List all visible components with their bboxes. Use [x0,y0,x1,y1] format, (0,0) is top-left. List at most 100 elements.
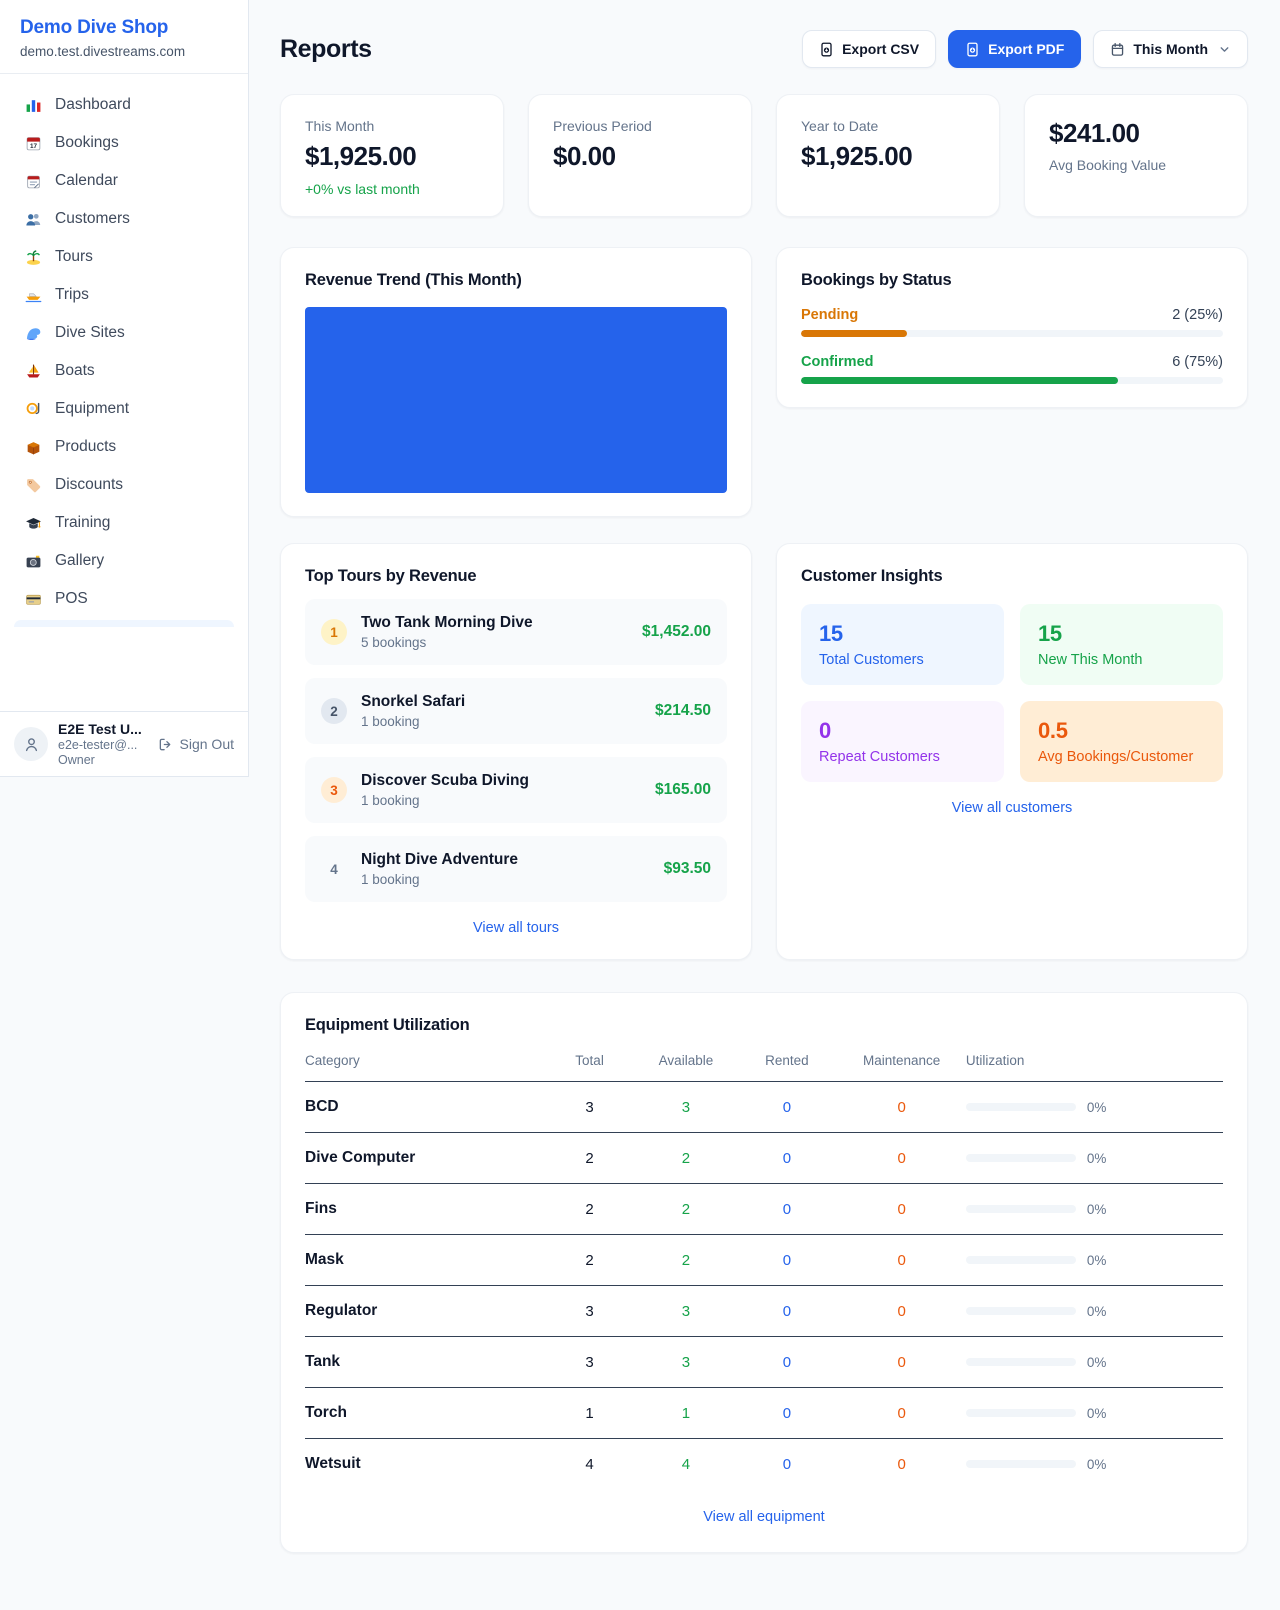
equipment-table: Category Total Available Rented Maintena… [305,1043,1223,1489]
sidebar-item[interactable]: Products [14,428,234,466]
col-maintenance: Maintenance [837,1043,966,1082]
sidebar-item[interactable]: POS [14,580,234,618]
dashboard-icon [25,97,42,114]
page-title: Reports [280,35,372,64]
sidebar-item-reports-partial[interactable] [14,620,234,627]
customer-insights-title: Customer Insights [801,567,1223,586]
top-tours-card: Top Tours by Revenue 1 Two Tank Morning … [280,543,752,960]
utilization-percent: 0% [1087,1253,1107,1268]
status-label: Confirmed [801,354,874,370]
sidebar-item[interactable]: Trips [14,276,234,314]
sidebar-item-label: Calendar [55,172,118,190]
equipment-total: 2 [544,1184,636,1235]
equipment-rented: 0 [736,1439,837,1490]
equipment-category: Tank [305,1337,544,1388]
sidebar-item-label: Customers [55,210,130,228]
products-icon [25,439,42,456]
brand-name[interactable]: Demo Dive Shop [20,17,228,39]
insight-value: 0 [819,718,986,744]
equipment-category: BCD [305,1082,544,1133]
equipment-rented: 0 [736,1235,837,1286]
logout-icon [158,737,173,752]
utilization-track [966,1205,1076,1213]
sidebar-item[interactable]: Calendar [14,162,234,200]
stat-card-this-month: This Month $1,925.00 +0% vs last month [280,94,504,217]
utilization-percent: 0% [1087,1304,1107,1319]
user-email: e2e-tester@... [58,738,148,752]
sidebar-item[interactable]: Equipment [14,390,234,428]
sidebar-item-label: Tours [55,248,93,266]
insight-label: Avg Bookings/Customer [1038,749,1205,765]
col-available: Available [635,1043,736,1082]
equipment-category: Fins [305,1184,544,1235]
discounts-icon [25,477,42,494]
equipment-row: Fins 2 2 0 0 0% [305,1184,1223,1235]
view-all-customers-link[interactable]: View all customers [801,800,1223,816]
sidebar-item[interactable]: Dive Sites [14,314,234,352]
bookings-by-status-card: Bookings by Status Pending 2 (25%) [776,247,1248,408]
col-utilization: Utilization [966,1043,1223,1082]
tour-bookings: 1 booking [361,793,641,808]
user-icon [23,736,40,753]
sidebar-item[interactable]: Customers [14,200,234,238]
calendar-icon [25,173,42,190]
sidebar-item[interactable]: Discounts [14,466,234,504]
customer-insights-card: Customer Insights 15 Total Customers 15 … [776,543,1248,960]
equipment-maintenance: 0 [837,1439,966,1490]
tour-list: 1 Two Tank Morning Dive 5 bookings $1,45… [305,599,727,902]
insight-value: 15 [1038,621,1205,647]
utilization-track [966,1409,1076,1417]
stat-card-avg-booking-value: $241.00 Avg Booking Value [1024,94,1248,217]
tour-row: 2 Snorkel Safari 1 booking $214.50 [305,678,727,744]
equipment-rented: 0 [736,1388,837,1439]
utilization-percent: 0% [1087,1457,1107,1472]
insight-tile: 0 Repeat Customers [801,701,1004,782]
equipment-maintenance: 0 [837,1286,966,1337]
sidebar-nav: Dashboard Bookings Calendar Customers To… [0,74,248,618]
sidebar-item[interactable]: Tours [14,238,234,276]
utilization-percent: 0% [1087,1100,1107,1115]
sidebar-item-label: Boats [55,362,95,380]
export-pdf-button[interactable]: Export PDF [948,30,1081,68]
equipment-available: 1 [635,1388,736,1439]
equipment-row: Wetsuit 4 4 0 0 0% [305,1439,1223,1490]
calendar-icon [1110,42,1125,57]
equipment-total: 3 [544,1337,636,1388]
equipment-row: Dive Computer 2 2 0 0 0% [305,1133,1223,1184]
export-csv-button[interactable]: Export CSV [802,30,936,68]
rank-badge: 3 [321,777,347,803]
period-dropdown[interactable]: This Month [1093,30,1248,68]
sign-out-button[interactable]: Sign Out [158,736,234,752]
insight-label: Total Customers [819,652,986,668]
tour-title: Two Tank Morning Dive [361,614,628,632]
sidebar-item[interactable]: Bookings [14,124,234,162]
utilization-track [966,1154,1076,1162]
equipment-row: BCD 3 3 0 0 0% [305,1082,1223,1133]
status-progress-fill [801,330,907,337]
revenue-trend-title: Revenue Trend (This Month) [305,271,727,290]
sidebar-item-label: Discounts [55,476,123,494]
sidebar-item[interactable]: Boats [14,352,234,390]
col-total: Total [544,1043,636,1082]
equipment-maintenance: 0 [837,1235,966,1286]
sidebar-item[interactable]: Gallery [14,542,234,580]
user-footer: E2E Test U... e2e-tester@... Owner Sign … [0,711,248,776]
utilization-percent: 0% [1087,1355,1107,1370]
col-rented: Rented [736,1043,837,1082]
sidebar-item-label: Equipment [55,400,129,418]
view-all-tours-link[interactable]: View all tours [305,920,727,936]
tour-revenue: $1,452.00 [642,623,711,641]
equipment-rented: 0 [736,1337,837,1388]
equipment-maintenance: 0 [837,1133,966,1184]
file-download-icon [819,42,834,57]
main-content: Reports Export CSV Export PDF This Month… [249,0,1280,1553]
sidebar-item[interactable]: Training [14,504,234,542]
sidebar-item[interactable]: Dashboard [14,86,234,124]
equipment-total: 2 [544,1133,636,1184]
equipment-row: Regulator 3 3 0 0 0% [305,1286,1223,1337]
status-count: 2 (25%) [1172,307,1223,323]
utilization-percent: 0% [1087,1406,1107,1421]
view-all-equipment-link[interactable]: View all equipment [305,1509,1223,1525]
equipment-rented: 0 [736,1286,837,1337]
tour-title: Snorkel Safari [361,693,641,711]
